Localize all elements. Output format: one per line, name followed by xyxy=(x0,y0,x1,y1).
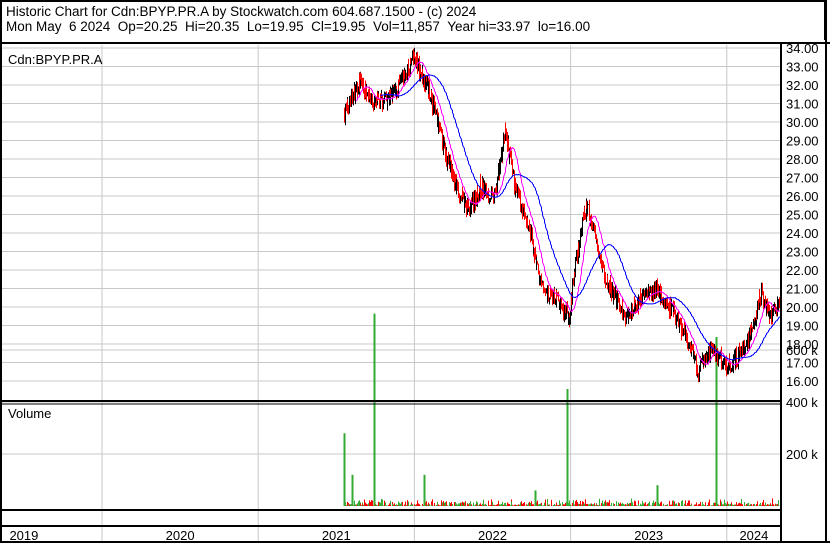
x-tick-label: 2021 xyxy=(322,528,351,543)
y-tick-label: 33.00 xyxy=(786,60,819,75)
chart-frame xyxy=(0,0,830,543)
y-tick-label: 32.00 xyxy=(786,78,819,93)
y-tick-label: 22.00 xyxy=(786,263,819,278)
volume-tick-label: 400 k xyxy=(786,395,818,410)
volume-tick-label: 200 k xyxy=(786,447,818,462)
volume-tick-label: 600 k xyxy=(786,343,818,358)
y-tick-label: 30.00 xyxy=(786,115,819,130)
price-volume-chart: Cdn:BPYP.PR.A Volume 16.0017.0018.0019.0… xyxy=(0,0,830,543)
symbol-label: Cdn:BPYP.PR.A xyxy=(8,52,103,67)
volume-bars xyxy=(343,313,781,506)
y-tick-label: 24.00 xyxy=(786,226,819,241)
y-tick-label: 21.00 xyxy=(786,282,819,297)
x-tick-label: 2023 xyxy=(634,528,663,543)
y-tick-label: 23.00 xyxy=(786,245,819,260)
volume-label: Volume xyxy=(8,406,51,421)
price-bars xyxy=(344,48,781,383)
x-tick-label: 2020 xyxy=(166,528,195,543)
y-tick-label: 26.00 xyxy=(786,189,819,204)
y-tick-label: 34.00 xyxy=(786,41,819,56)
y-tick-label: 25.00 xyxy=(786,208,819,223)
long-moving-average-line xyxy=(380,74,781,361)
y-tick-label: 27.00 xyxy=(786,171,819,186)
y-tick-label: 29.00 xyxy=(786,134,819,149)
x-tick-label: 2019 xyxy=(9,528,38,543)
y-tick-label: 19.00 xyxy=(786,319,819,334)
y-tick-label: 16.00 xyxy=(786,374,819,389)
y-tick-label: 28.00 xyxy=(786,152,819,167)
y-tick-label: 20.00 xyxy=(786,300,819,315)
y-tick-label: 31.00 xyxy=(786,97,819,112)
x-tick-label: 2022 xyxy=(478,528,507,543)
x-tick-label: 2024 xyxy=(739,528,768,543)
